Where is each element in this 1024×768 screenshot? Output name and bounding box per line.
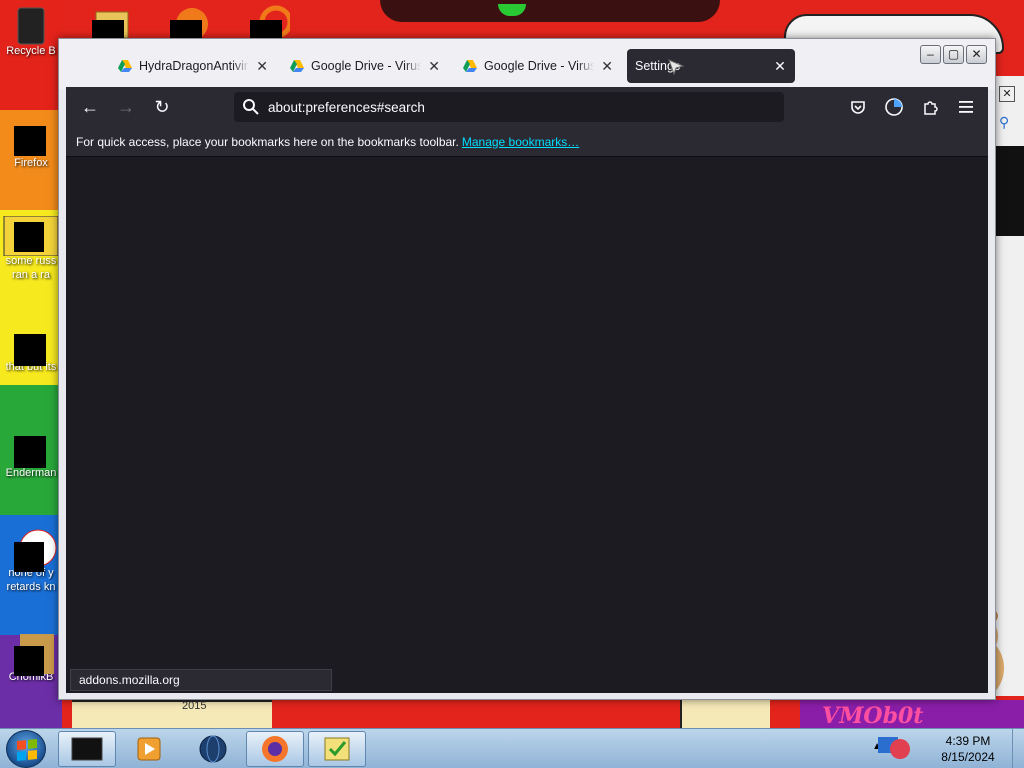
windows-logo-icon [17, 738, 37, 762]
globe-icon [199, 735, 227, 763]
puzzle-icon [924, 101, 938, 115]
tab-google-drive-1[interactable]: Google Drive - Virus sc ✕ [281, 49, 449, 83]
hamburger-menu-icon [959, 101, 973, 113]
wallpaper-cream-shape [680, 700, 770, 728]
minimize-button[interactable]: – [920, 45, 941, 64]
desktop-icon-firefox[interactable]: Firefox [0, 118, 62, 170]
desktop-icon-chomik[interactable]: ChomikB [0, 632, 62, 684]
show-desktop-button[interactable] [1012, 729, 1024, 768]
close-tab-icon[interactable]: ✕ [600, 58, 614, 75]
taskbar: ▲ 4:39 PM 8/15/2024 [0, 728, 1024, 768]
tab-label: HydraDragonAntivirus [139, 59, 250, 73]
search-icon: ⚲ [999, 114, 1010, 130]
extensions-button[interactable] [914, 91, 946, 123]
desktop-icon-russ[interactable]: some russ ran a ra [0, 216, 62, 282]
tab-strip: HydraDragonAntivirus ✕ Google Drive - Vi… [59, 39, 995, 89]
terminal-icon [71, 737, 103, 761]
desktop-icon-recycle-bin[interactable]: Recycle B [0, 6, 62, 58]
clock-date: 8/15/2024 [941, 750, 995, 764]
clock-time: 4:39 PM [945, 734, 991, 748]
manage-bookmarks-link[interactable]: Manage bookmarks… [462, 135, 579, 149]
wallpaper-year-text: 2015 [182, 700, 207, 712]
desktop-icon-none[interactable]: none of y retards kn [0, 528, 62, 594]
recycle-bin-icon [14, 6, 48, 45]
desktop-icon-label: Enderman [5, 467, 57, 479]
account-button[interactable] [878, 91, 910, 123]
window-controls: – ▢ ✕ [920, 45, 987, 64]
document-icon [14, 322, 48, 366]
mouse-cursor-icon [668, 59, 685, 76]
taskbar-item-firefox[interactable] [246, 731, 304, 767]
menu-button[interactable] [950, 91, 982, 123]
system-clock[interactable]: 4:39 PM 8/15/2024 [928, 733, 1008, 765]
account-icon [885, 98, 903, 116]
reload-button[interactable]: ↻ [144, 91, 180, 123]
tray-app[interactable] [876, 731, 912, 767]
bookmarks-toolbar: For quick access, place your bookmarks h… [66, 127, 988, 157]
tab-settings[interactable]: Settings ✕ [627, 49, 795, 83]
bookmarks-toolbar-message: For quick access, place your bookmarks h… [76, 134, 459, 149]
navigation-toolbar: ← → ↻ about:preferences#search [66, 87, 988, 127]
firefox-icon [14, 118, 48, 156]
file-icon [3, 216, 59, 256]
media-icon [14, 528, 57, 572]
media-player-icon [137, 737, 161, 761]
google-drive-icon [118, 60, 132, 72]
google-drive-icon [290, 60, 304, 72]
firefox-window: HydraDragonAntivirus ✕ Google Drive - Vi… [58, 38, 996, 700]
url-text: about:preferences#search [268, 99, 425, 115]
maximize-button[interactable]: ▢ [943, 45, 964, 64]
page-content: addons.mozilla.org [66, 157, 988, 693]
close-icon[interactable]: ✕ [999, 86, 1015, 102]
close-window-button[interactable]: ✕ [966, 45, 987, 64]
desktop-icon-label: Firefox [14, 157, 48, 169]
search-icon [243, 99, 259, 115]
desktop-icon-enderman[interactable]: Enderman [0, 428, 62, 480]
tab-label: Google Drive - Virus sc [484, 59, 595, 73]
wallpaper-dark-shape [380, 0, 720, 22]
close-tab-icon[interactable]: ✕ [427, 58, 441, 75]
pocket-icon [851, 101, 865, 114]
toolbar-right-actions [842, 91, 982, 123]
background-window: ✕ ⚲ [994, 76, 1024, 696]
tray-app-icon [878, 737, 910, 759]
task-checklist-icon [324, 737, 350, 761]
close-tab-icon[interactable]: ✕ [773, 58, 787, 75]
wallpaper-logo-text: VMOb0t [822, 703, 924, 729]
taskbar-item-checklist[interactable] [308, 731, 366, 767]
taskbar-item-globe[interactable] [184, 731, 242, 767]
desktop-icon-that[interactable]: that but its [0, 322, 62, 374]
link-status-bar: addons.mozilla.org [70, 669, 332, 691]
close-tab-icon[interactable]: ✕ [255, 58, 269, 75]
taskbar-item-media-player[interactable] [120, 731, 178, 767]
application-icon [14, 428, 48, 468]
start-button[interactable] [6, 730, 46, 768]
back-button[interactable]: ← [72, 91, 108, 123]
url-bar[interactable]: about:preferences#search [234, 92, 784, 122]
tab-hydradragon[interactable]: HydraDragonAntivirus ✕ [109, 49, 277, 83]
taskbar-item-terminal[interactable] [58, 731, 116, 767]
hamster-icon [14, 632, 54, 676]
google-drive-icon [463, 60, 477, 72]
tab-google-drive-2[interactable]: Google Drive - Virus sc ✕ [454, 49, 622, 83]
desktop-icon-label: some russ ran a ra [5, 255, 57, 281]
firefox-icon [262, 736, 288, 762]
tab-label: Settings [635, 59, 681, 73]
forward-button[interactable]: → [108, 91, 144, 123]
tab-label: Google Drive - Virus sc [311, 59, 422, 73]
wallpaper-cream-shape [72, 700, 272, 728]
desktop-icon-label: Recycle B [6, 45, 56, 57]
pocket-button[interactable] [842, 91, 874, 123]
